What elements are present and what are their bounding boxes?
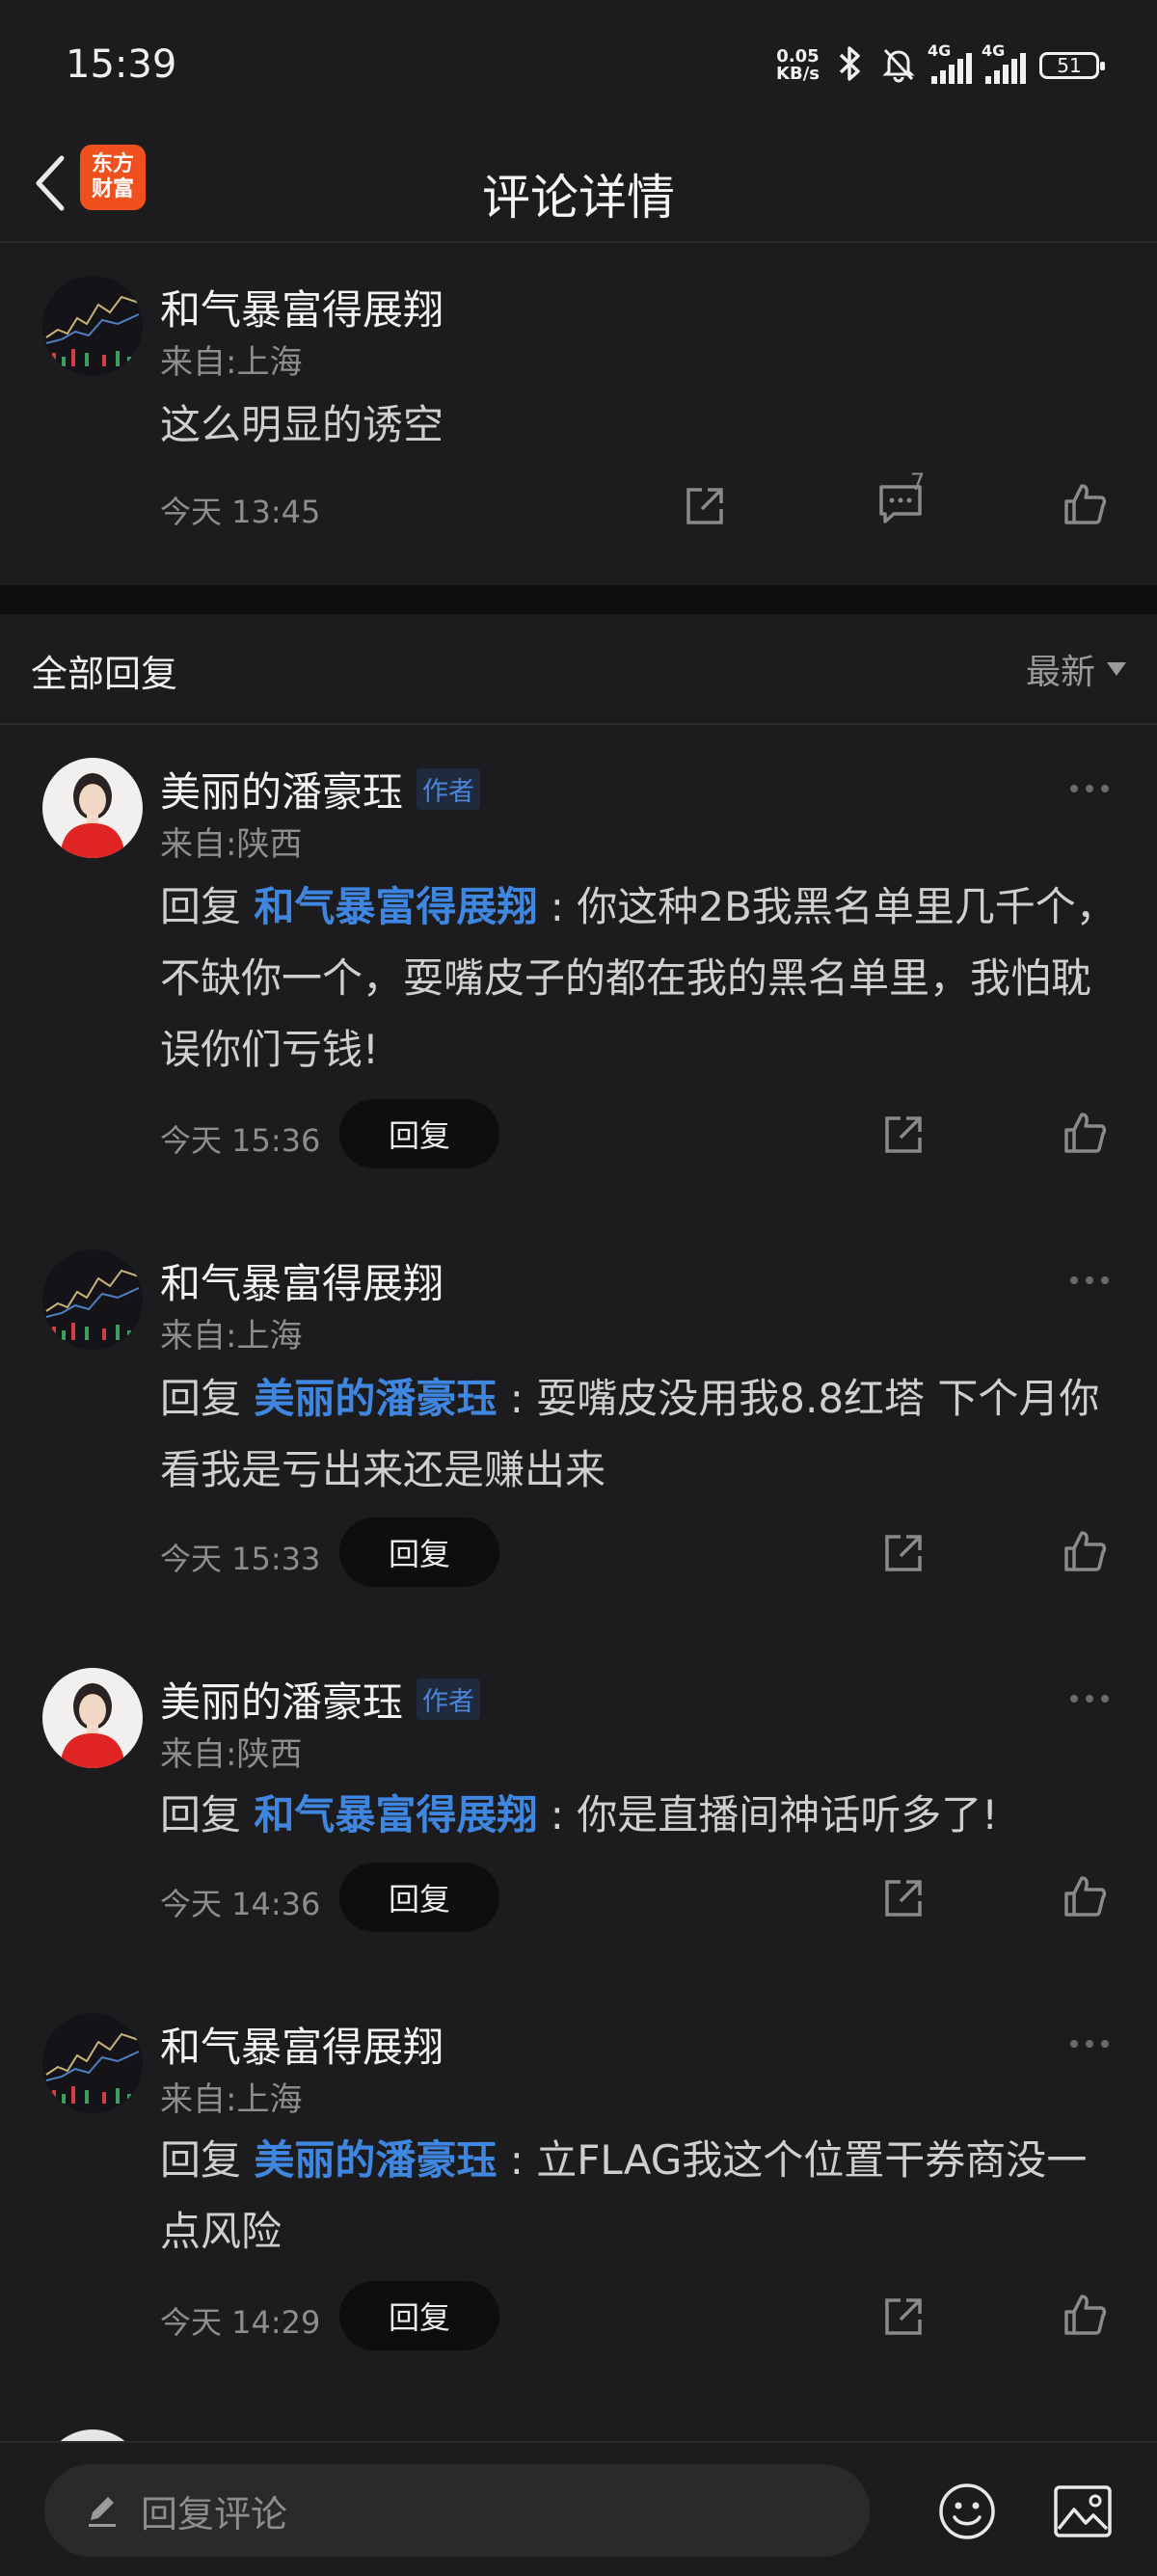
share-icon[interactable] [879,1529,928,1577]
like-icon[interactable] [1061,1872,1109,1920]
reply-input[interactable]: 回复评论 [44,2464,870,2557]
like-icon[interactable] [1061,480,1109,528]
share-icon[interactable] [879,1874,928,1922]
clock: 15:39 [66,42,177,87]
share-icon[interactable] [681,482,729,530]
share-icon[interactable] [879,2293,928,2341]
section-divider [0,585,1157,614]
divider [0,723,1157,725]
avatar [42,2429,143,2441]
username[interactable]: 和气暴富得展翔 [160,278,444,336]
signal-icon: 4G [982,41,1026,84]
more-options-icon[interactable] [1070,1271,1118,1290]
more-options-icon[interactable] [1070,1689,1118,1708]
location: 来自:上海 [160,1317,303,1355]
status-bar: 15:39 0.05 KB/s 4G 4G 51 [0,0,1157,135]
mention-link[interactable]: 和气暴富得展翔 [254,883,537,930]
all-replies-title: 全部回复 [31,653,178,695]
status-icons: 0.05 KB/s 4G 4G 51 [776,41,1105,89]
location: 来自:上海 [160,2080,303,2119]
signal-icon: 4G [928,41,972,84]
comment-text: 这么明显的诱空 [160,401,444,448]
emoji-icon[interactable] [933,2478,1001,2545]
timestamp: 今天 14:36 [160,1886,321,1922]
page-title: 评论详情 [482,170,675,226]
timestamp: 今天 15:36 [160,1122,321,1159]
avatar[interactable] [42,1249,143,1350]
mention-link[interactable]: 和气暴富得展翔 [254,1791,537,1838]
location: 来自:陕西 [160,1735,303,1774]
author-badge: 作者 [417,768,481,810]
bluetooth-icon [833,44,866,87]
reply-button[interactable]: 回复 [339,1517,499,1587]
mention-link[interactable]: 美丽的潘豪珏 [254,1375,497,1422]
avatar[interactable] [42,2013,143,2113]
timestamp: 今天 13:45 [160,494,321,530]
username[interactable]: 美丽的潘豪珏 作者 [160,760,481,818]
reply-button[interactable]: 回复 [339,2281,499,2350]
reply-text: 回复 和气暴富得展翔 : 你这种2B我黑名单里几千个，不缺你一个，耍嘴皮子的都在… [160,883,1117,1073]
mention-link[interactable]: 美丽的潘豪珏 [254,2136,497,2184]
bottom-bar: 回复评论 [0,2441,1157,2576]
like-icon[interactable] [1061,1527,1109,1575]
author-badge: 作者 [417,1678,481,1720]
more-options-icon[interactable] [1070,2034,1118,2053]
pencil-icon [83,2491,121,2530]
avatar[interactable] [42,758,143,858]
battery-icon: 51 [1039,52,1105,79]
sort-dropdown[interactable]: 最新 [1026,644,1126,694]
username[interactable]: 和气暴富得展翔 [160,1251,444,1310]
username[interactable]: 和气暴富得展翔 [160,2015,444,2074]
reply-text: 回复 美丽的潘豪珏 : 立FLAG我这个位置干券商没一点风险 [160,2136,1088,2255]
net-speed: 0.05 KB/s [776,46,820,84]
avatar[interactable] [42,1668,143,1768]
share-icon[interactable] [879,1111,928,1159]
timestamp: 今天 14:29 [160,2304,321,2341]
username[interactable]: 美丽的潘豪珏 作者 [160,1670,481,1729]
like-icon[interactable] [1061,1109,1109,1157]
reply-text: 回复 和气暴富得展翔 : 你是直播间神话听多了! [160,1791,999,1838]
timestamp: 今天 15:33 [160,1541,321,1577]
more-options-icon[interactable] [1070,779,1118,798]
location: 来自:陕西 [160,825,303,864]
reply-button[interactable]: 回复 [339,1863,499,1932]
like-icon[interactable] [1061,2291,1109,2339]
reply-text: 回复 美丽的潘豪珏 : 耍嘴皮没用我8.8红塔 下个月你看我是亏出来还是赚出来 [160,1375,1100,1493]
silent-bell-icon [879,44,918,87]
caret-down-icon [1107,662,1126,676]
avatar[interactable] [42,276,143,376]
comment-icon[interactable]: 7 [862,469,939,530]
comment-count: 7 [910,469,926,496]
location: 来自:上海 [160,343,303,382]
divider [0,241,1157,243]
image-icon[interactable] [1049,2478,1117,2545]
reply-button[interactable]: 回复 [339,1099,499,1168]
reply-item-partial [0,2410,1157,2441]
